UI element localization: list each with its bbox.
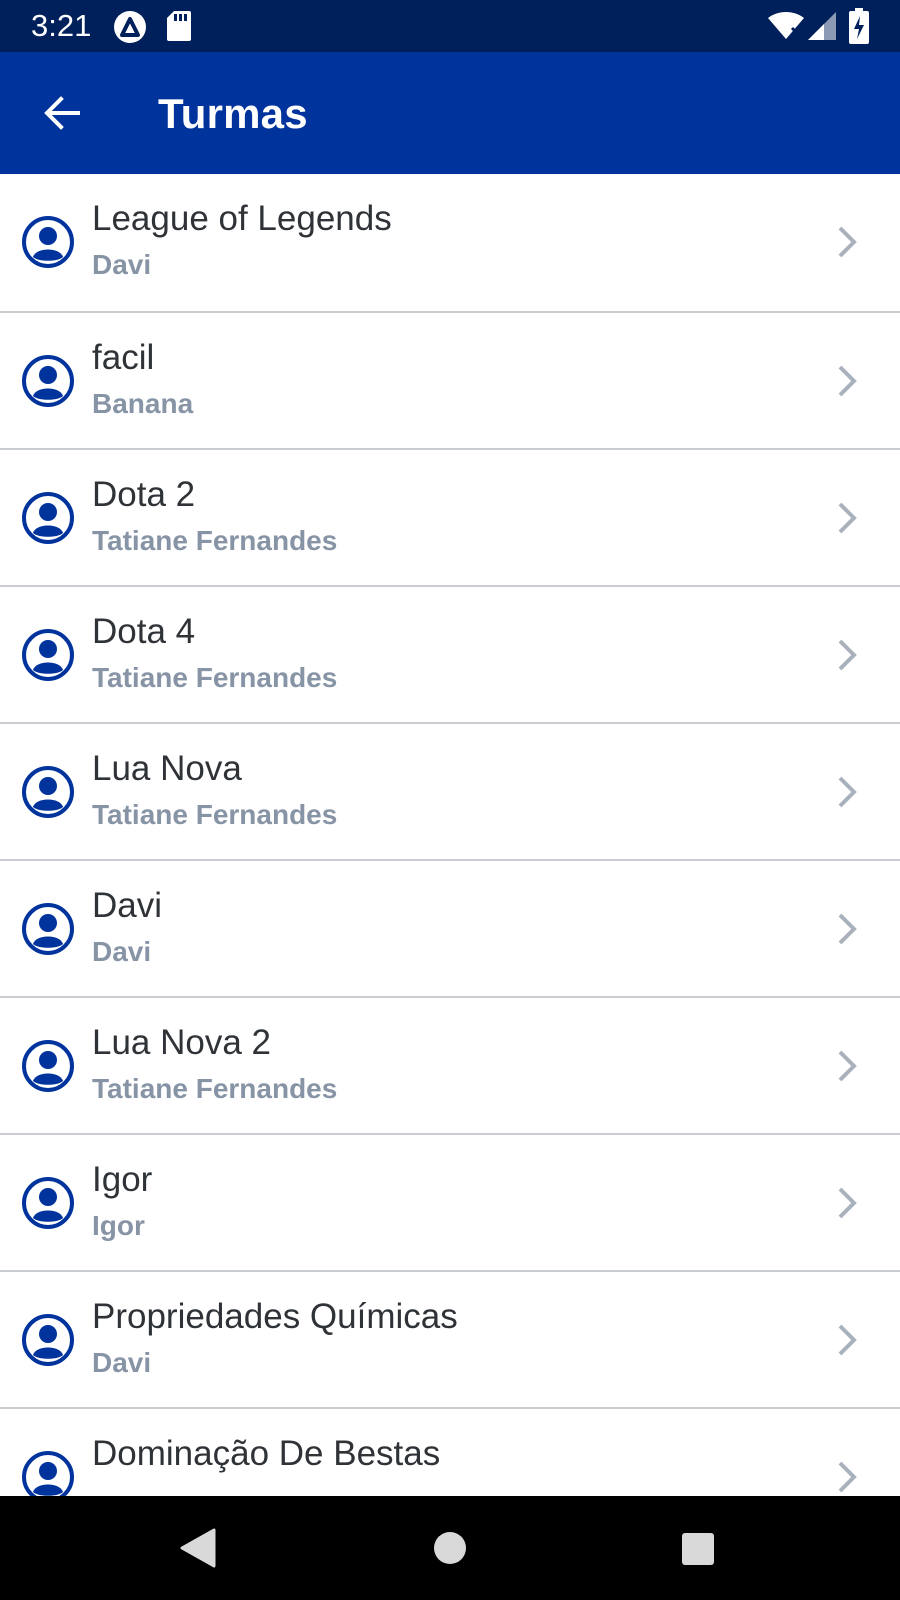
chevron-right-icon [834,1322,860,1358]
home-circle-icon[interactable] [433,1531,467,1565]
chevron-right-icon [834,224,860,260]
user-circle-icon [22,1314,74,1366]
list-item[interactable]: Dominação De Bestas [0,1409,900,1496]
list-item-subtitle: Tatiane Fernandes [92,1073,338,1104]
list-item-title: Lua Nova [92,749,242,788]
user-circle-icon [22,1451,74,1496]
page-title: Turmas [158,90,308,137]
list-item-title: Davi [92,886,163,925]
list-item-title: facil [92,338,155,377]
wifi-icon [768,12,804,40]
status-time: 3:21 [31,8,92,43]
a-icon [113,10,147,44]
list-item[interactable]: Dota 4 Tatiane Fernandes [0,587,900,724]
list-item-subtitle: Davi [92,936,152,967]
list-item[interactable]: Lua Nova Tatiane Fernandes [0,724,900,861]
user-circle-icon [22,355,74,407]
sd-card-icon [167,11,191,41]
list-item-subtitle: Tatiane Fernandes [92,525,338,556]
chevron-right-icon [834,500,860,536]
user-circle-icon [22,766,74,818]
battery-charging-icon [849,8,869,44]
user-circle-icon [22,1040,74,1092]
back-button[interactable] [30,81,94,145]
list-item-title: Dota 2 [92,475,196,514]
chevron-right-icon [834,1048,860,1084]
list-item[interactable]: League of Legends Davi [0,174,900,313]
list-item[interactable]: facil Banana [0,313,900,450]
list-item-title: Dota 4 [92,612,196,651]
back-triangle-icon[interactable] [180,1528,216,1568]
chevron-right-icon [834,1185,860,1221]
user-circle-icon [22,216,74,268]
app-bar: Turmas [0,52,900,174]
signal-icon [808,12,836,40]
list-item-title: League of Legends [92,199,392,238]
user-circle-icon [22,492,74,544]
list-item[interactable]: Lua Nova 2 Tatiane Fernandes [0,998,900,1135]
user-circle-icon [22,1177,74,1229]
list-item[interactable]: Propriedades Químicas Davi [0,1272,900,1409]
chevron-right-icon [834,911,860,947]
arrow-left-icon [42,93,82,133]
chevron-right-icon [834,363,860,399]
list-item-subtitle: Tatiane Fernandes [92,799,338,830]
recents-square-icon[interactable] [681,1532,715,1566]
list-item-subtitle: Davi [92,249,152,280]
status-bar: 3:21 [0,0,900,52]
list-item-subtitle: Davi [92,1347,152,1378]
list-item-title: Propriedades Químicas [92,1297,458,1336]
list-item[interactable]: Igor Igor [0,1135,900,1272]
user-circle-icon [22,903,74,955]
list-item[interactable]: Dota 2 Tatiane Fernandes [0,450,900,587]
list-item-subtitle: Igor [92,1210,145,1241]
chevron-right-icon [834,774,860,810]
list-item-subtitle: Banana [92,388,194,419]
list-item[interactable]: Davi Davi [0,861,900,998]
class-list: League of Legends Davi facil Banana Dota… [0,174,900,1496]
list-item-title: Igor [92,1160,153,1199]
system-nav-bar [0,1496,900,1600]
list-item-subtitle: Tatiane Fernandes [92,662,338,693]
user-circle-icon [22,629,74,681]
list-item-title: Lua Nova 2 [92,1023,272,1062]
chevron-right-icon [834,637,860,673]
chevron-right-icon [834,1459,860,1495]
list-item-title: Dominação De Bestas [92,1434,441,1473]
